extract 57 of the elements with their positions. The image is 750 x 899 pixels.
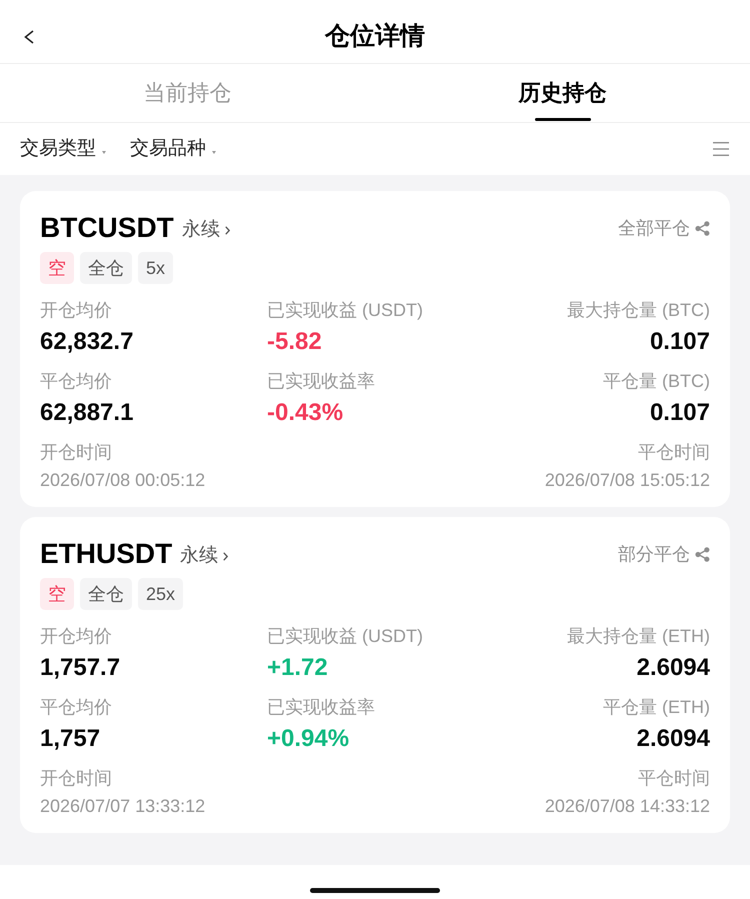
stat-value: 1,757.7 — [40, 653, 120, 683]
symbol-name: BTCUSDT — [40, 211, 174, 245]
close-status: 全部平仓 — [618, 217, 690, 240]
time-value: 2026/07/08 00:05:12 — [40, 469, 206, 492]
filter-dropdown[interactable]: 交易品种 — [130, 135, 216, 163]
time-value: 2026/07/08 14:33:12 — [544, 795, 710, 818]
time-label: 平仓时间 — [638, 767, 710, 790]
position-tag: 5x — [138, 252, 174, 284]
stat-value: -5.82 — [267, 327, 322, 357]
stat-value: 2.6094 — [636, 653, 710, 683]
caret-down-icon — [102, 150, 106, 154]
stat-value: 62,887.1 — [40, 398, 134, 428]
chevron-right-icon — [224, 226, 230, 234]
tab[interactable]: 历史持仓 — [518, 64, 606, 122]
stat-value: 2.6094 — [636, 724, 710, 754]
stat-value: +1.72 — [267, 653, 328, 683]
stat-label: 平仓均价 — [40, 696, 112, 719]
stat-value: 0.107 — [650, 398, 710, 428]
stat-value: 0.107 — [650, 327, 710, 357]
contract-link[interactable]: 永续 — [180, 542, 228, 571]
back-icon — [24, 30, 34, 44]
position-tag: 全仓 — [80, 252, 132, 284]
stat-value: 62,832.7 — [40, 327, 134, 357]
chevron-right-icon — [223, 552, 228, 560]
stat-label: 已实现收益率 — [267, 696, 375, 719]
filter-dropdown[interactable]: 交易类型 — [20, 135, 106, 163]
stat-value: -0.43% — [267, 398, 344, 428]
stat-label: 平仓均价 — [40, 370, 112, 393]
stat-label: 开仓均价 — [40, 299, 112, 322]
time-label: 开仓时间 — [40, 441, 112, 464]
menu-button[interactable] — [712, 141, 730, 157]
share-icon[interactable] — [695, 546, 710, 562]
time-label: 平仓时间 — [638, 441, 710, 464]
stat-label: 最大持仓量 (BTC) — [567, 299, 710, 322]
symbol-name: ETHUSDT — [40, 537, 172, 571]
position-tag: 空 — [40, 252, 74, 284]
share-icon[interactable] — [695, 220, 710, 236]
caret-down-icon — [212, 150, 216, 154]
stat-label: 已实现收益 (USDT) — [267, 625, 423, 648]
time-value: 2026/07/07 13:33:12 — [40, 795, 206, 818]
stat-label: 已实现收益 (USDT) — [267, 299, 423, 322]
position-tag: 全仓 — [80, 578, 132, 610]
menu-icon — [713, 142, 729, 156]
stat-label: 平仓量 (BTC) — [603, 370, 710, 393]
page-title: 仓位详情 — [325, 20, 425, 52]
position-tag: 空 — [40, 578, 74, 610]
time-value: 2026/07/08 15:05:12 — [544, 469, 710, 492]
stat-value: 1,757 — [40, 724, 100, 754]
stat-label: 最大持仓量 (ETH) — [567, 625, 710, 648]
time-label: 开仓时间 — [40, 767, 112, 790]
stat-value: +0.94% — [267, 724, 350, 754]
stat-label: 已实现收益率 — [267, 370, 375, 393]
stat-label: 平仓量 (ETH) — [603, 696, 710, 719]
position-tag: 25x — [138, 578, 184, 610]
close-status: 部分平仓 — [618, 543, 690, 566]
contract-link[interactable]: 永续 — [182, 216, 230, 245]
stat-label: 开仓均价 — [40, 625, 112, 648]
